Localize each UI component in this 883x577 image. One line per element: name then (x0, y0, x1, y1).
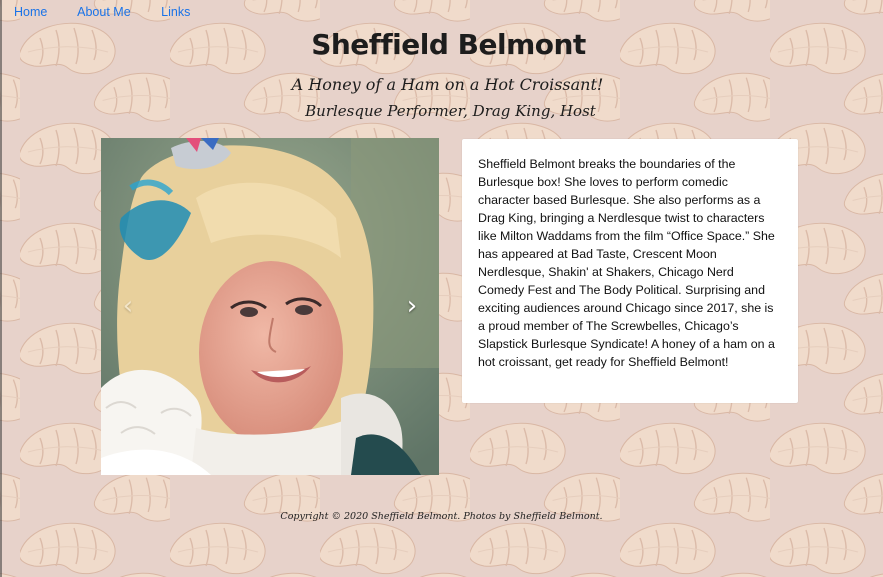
top-nav: Home About Me Links (14, 5, 217, 19)
bio-card: Sheffield Belmont breaks the boundaries … (462, 139, 798, 403)
nav-link-home[interactable]: Home (14, 5, 47, 19)
carousel-next-button[interactable]: › (397, 288, 427, 324)
nav-link-links[interactable]: Links (161, 5, 190, 19)
carousel-prev-button[interactable]: ‹ (113, 288, 143, 324)
nav-link-about-me[interactable]: About Me (77, 5, 131, 19)
chevron-right-icon: › (406, 291, 418, 321)
page-tagline: A Honey of a Ham on a Hot Croissant! (291, 75, 604, 94)
window-edge (0, 0, 2, 577)
copyright-footer: Copyright © 2020 Sheffield Belmont. Phot… (280, 511, 603, 522)
page-title: Sheffield Belmont (311, 28, 586, 61)
photo-carousel: ‹ › (101, 138, 439, 475)
page-header: Sheffield Belmont A Honey of a Ham on a … (0, 22, 883, 120)
performer-photo (101, 138, 439, 475)
bio-text: Sheffield Belmont breaks the boundaries … (478, 157, 775, 369)
page-subtitle: Burlesque Performer, Drag King, Host (305, 102, 596, 120)
chevron-left-icon: ‹ (122, 291, 134, 321)
